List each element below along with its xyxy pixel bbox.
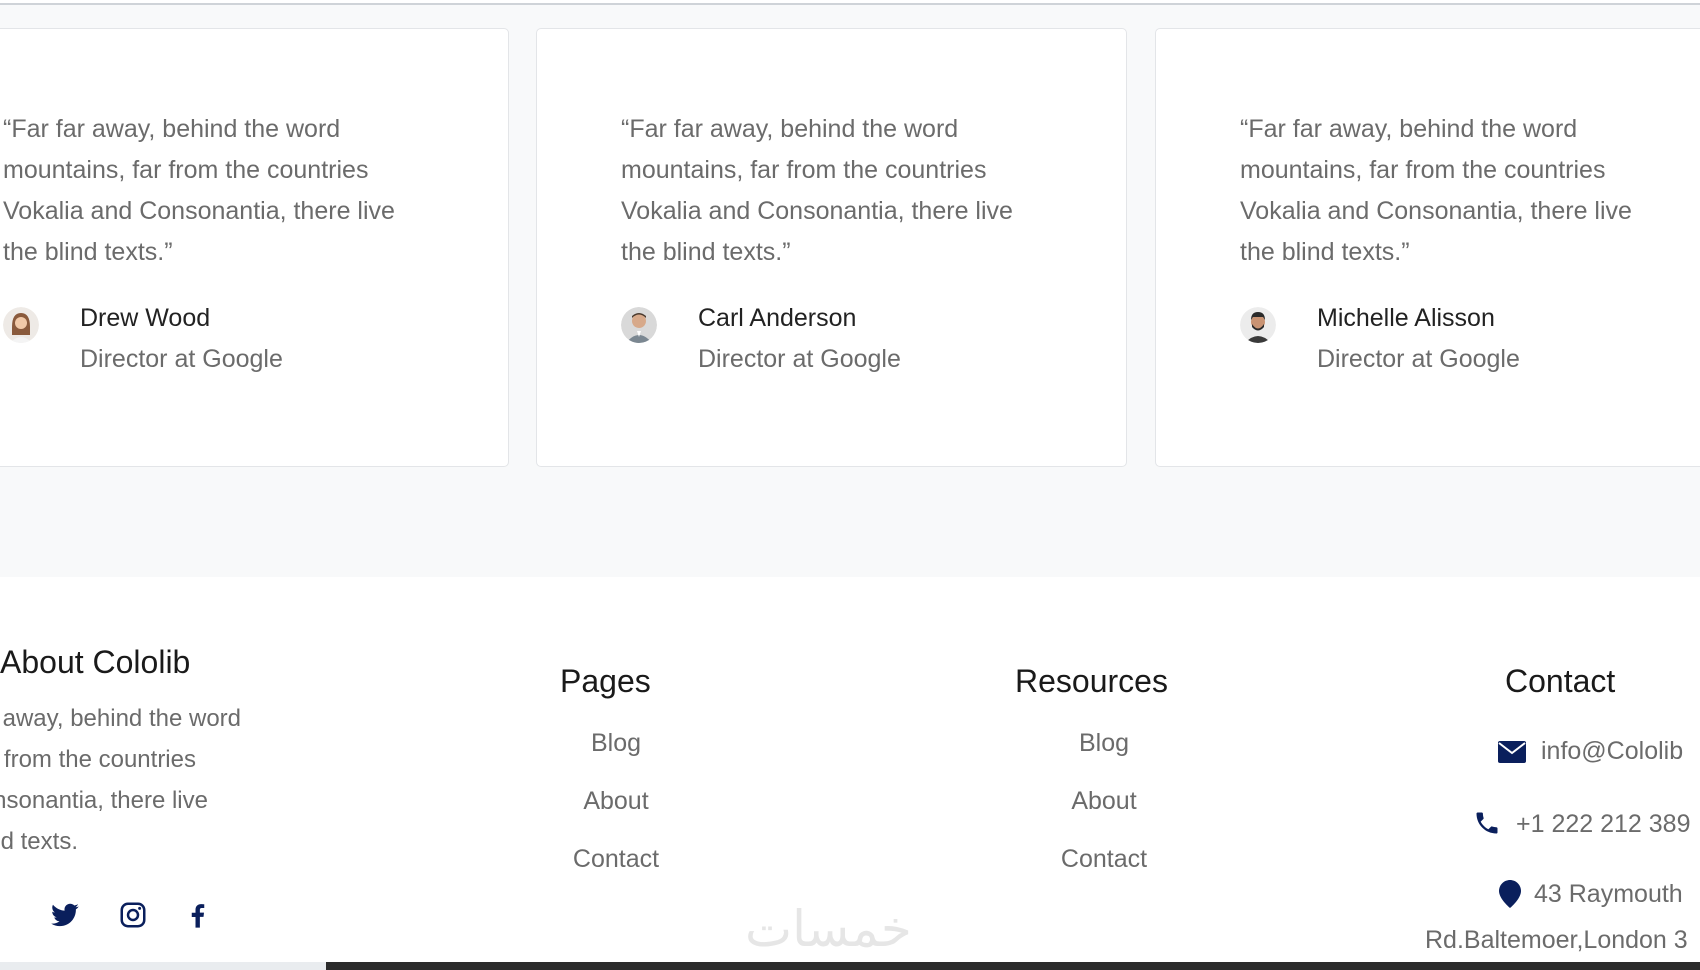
avatar: [3, 307, 39, 343]
bottom-strip-left: [0, 962, 326, 970]
about-text-line: the blind texts.: [0, 828, 78, 855]
envelope-icon: [1498, 741, 1526, 768]
testimonial-name: Drew Wood: [80, 304, 211, 332]
contact-phone[interactable]: +1 222 212 389: [1516, 810, 1690, 839]
testimonial-name: Carl Anderson: [698, 304, 857, 332]
contact-address-line1: 43 Raymouth: [1534, 880, 1683, 908]
instagram-icon[interactable]: [118, 900, 148, 930]
about-text-line: r away, behind the word: [0, 705, 241, 732]
testimonial-card: “Far far away, behind the word mountains…: [1155, 28, 1700, 467]
twitter-icon[interactable]: [50, 900, 80, 930]
facebook-icon[interactable]: [183, 900, 213, 930]
phone-icon: [1473, 809, 1501, 842]
about-text-line: ns, far from the countries: [0, 746, 196, 773]
avatar: [1240, 307, 1276, 343]
testimonial-quote: “Far far away, behind the word mountains…: [3, 115, 395, 266]
about-title: About Cololib: [0, 644, 191, 680]
testimonial-card: “Far far away, behind the word mountains…: [0, 28, 509, 467]
testimonial-quote: “Far far away, behind the word mountains…: [1240, 115, 1632, 266]
watermark-logo: خمسات: [745, 900, 912, 958]
contact-address-line2: Rd.Baltemoer,London 3: [1425, 926, 1688, 954]
testimonial-role: Director at Google: [1317, 345, 1520, 373]
about-text-line: nd Consonantia, there live: [0, 787, 208, 814]
pages-link-contact[interactable]: Contact: [516, 845, 716, 874]
testimonial-card: “Far far away, behind the word mountains…: [536, 28, 1127, 467]
resources-link-blog[interactable]: Blog: [1004, 729, 1204, 758]
testimonial-role: Director at Google: [80, 345, 283, 373]
bottom-strip: [326, 962, 1700, 970]
avatar: [621, 307, 657, 343]
testimonials-section: “Far far away, behind the word mountains…: [0, 5, 1700, 577]
testimonial-role: Director at Google: [698, 345, 901, 373]
pages-title: Pages: [560, 663, 651, 699]
pages-link-about[interactable]: About: [516, 787, 716, 816]
contact-title: Contact: [1505, 663, 1616, 699]
testimonial-quote: “Far far away, behind the word mountains…: [621, 115, 1013, 266]
resources-link-contact[interactable]: Contact: [1004, 845, 1204, 874]
map-marker-icon: [1499, 880, 1521, 913]
pages-link-blog[interactable]: Blog: [516, 729, 716, 758]
testimonial-name: Michelle Alisson: [1317, 304, 1495, 332]
resources-title: Resources: [1015, 663, 1168, 699]
contact-email[interactable]: info@Cololib: [1541, 737, 1683, 766]
about-text: r away, behind the word ns, far from the…: [0, 698, 323, 862]
resources-link-about[interactable]: About: [1004, 787, 1204, 816]
